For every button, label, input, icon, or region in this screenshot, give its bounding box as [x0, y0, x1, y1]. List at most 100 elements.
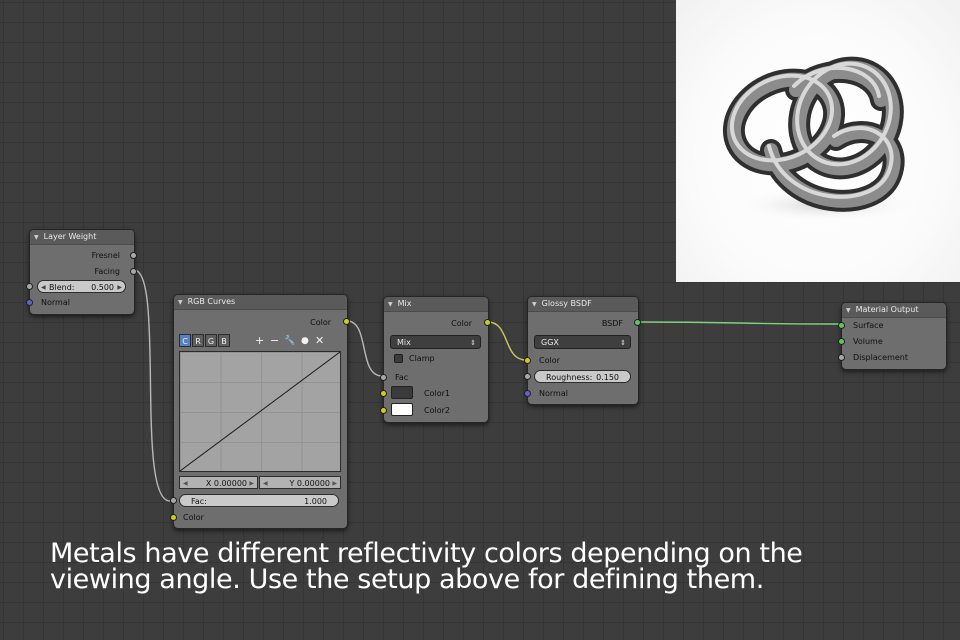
input-color1-label: Color1	[424, 389, 450, 398]
close-icon[interactable]: ✕	[315, 335, 324, 347]
clamp-checkbox[interactable]	[394, 354, 403, 363]
curve-line	[180, 352, 340, 471]
node-title: Glossy BSDF	[541, 299, 592, 308]
blend-label: Blend:	[49, 283, 75, 292]
input-surface-label: Surface	[853, 321, 884, 330]
channel-g-button[interactable]: G	[205, 334, 217, 347]
fac-value: 1.000	[304, 497, 327, 506]
roughness-field[interactable]: Roughness: 0.150	[534, 370, 631, 383]
increment-arrow-icon[interactable]: ▶	[249, 477, 254, 490]
zoom-in-icon[interactable]: +	[255, 335, 264, 347]
surface-input-socket[interactable]	[838, 322, 845, 329]
roughness-input-socket[interactable]	[524, 373, 531, 380]
collapse-arrow-icon[interactable]: ▼	[34, 231, 39, 245]
curve-editor[interactable]	[179, 351, 341, 472]
rgb-curves-node[interactable]: ▼ RGB Curves Color C R G B + − 🔧 ● ✕ ◀ X …	[170, 294, 350, 529]
color-output-socket[interactable]	[484, 319, 491, 326]
output-fresnel-label: Fresnel	[91, 251, 120, 260]
normal-input-socket[interactable]	[524, 390, 531, 397]
wire-facing-to-curves-fac	[133, 269, 171, 502]
displacement-input-socket[interactable]	[838, 354, 845, 361]
node-title: Mix	[397, 299, 412, 308]
layer-weight-header[interactable]: ▼ Layer Weight	[30, 230, 134, 245]
increment-arrow-icon[interactable]: ▶	[332, 477, 337, 490]
render-preview	[676, 0, 960, 282]
x-coordinate-value: X 0.00000	[205, 479, 247, 488]
blend-mode-dropdown[interactable]: Mix ⇕	[390, 335, 481, 349]
color-input-socket[interactable]	[170, 514, 177, 521]
node-title: Material Output	[855, 305, 919, 314]
blend-value: 0.500	[91, 283, 114, 292]
dot-icon[interactable]: ●	[301, 335, 309, 347]
collapse-arrow-icon[interactable]: ▼	[846, 304, 851, 318]
glossy-bsdf-node[interactable]: ▼ Glossy BSDF BSDF GGX ⇕ Color Roughness:…	[524, 296, 641, 405]
fac-input-socket[interactable]	[380, 374, 387, 381]
mix-node[interactable]: ▼ Mix Color Mix ⇕ Clamp Fac Color1 Color2	[380, 296, 491, 423]
roughness-label: Roughness:	[546, 373, 593, 382]
tutorial-caption: Metals have different reflectivity color…	[50, 540, 950, 595]
collapse-arrow-icon[interactable]: ▼	[178, 296, 183, 310]
node-title: RGB Curves	[187, 297, 236, 306]
color1-swatch[interactable]	[391, 386, 413, 399]
wire-curves-color-to-mix-fac	[346, 320, 383, 377]
channel-r-button[interactable]: R	[192, 334, 204, 347]
increment-arrow-icon[interactable]: ▶	[117, 281, 122, 294]
wire-glossy-bsdf-to-surface	[637, 321, 841, 325]
color-output-socket[interactable]	[343, 318, 350, 325]
y-coordinate-value: Y 0.00000	[289, 479, 330, 488]
color1-input-socket[interactable]	[380, 390, 387, 397]
wrench-icon[interactable]: 🔧	[284, 335, 295, 347]
fresnel-output-socket[interactable]	[130, 252, 137, 259]
fac-field[interactable]: Fac: 1.000	[179, 494, 339, 507]
input-color-label: Color	[183, 513, 204, 522]
distribution-dropdown[interactable]: GGX ⇕	[534, 335, 631, 349]
node-title: Layer Weight	[43, 232, 97, 241]
color2-swatch[interactable]	[391, 403, 413, 416]
collapse-arrow-icon[interactable]: ▼	[532, 298, 537, 312]
input-fac-label: Fac	[395, 373, 409, 382]
wire-mix-color-to-glossy-color	[487, 321, 527, 361]
bsdf-output-socket[interactable]	[634, 319, 641, 326]
input-normal-label: Normal	[41, 298, 70, 307]
collapse-arrow-icon[interactable]: ▼	[388, 298, 393, 312]
volume-input-socket[interactable]	[838, 338, 845, 345]
channel-c-button[interactable]: C	[179, 334, 191, 347]
input-color-label: Color	[539, 356, 560, 365]
zoom-out-icon[interactable]: −	[270, 335, 279, 347]
metal-knot-render	[722, 56, 921, 223]
input-color2-label: Color2	[424, 406, 450, 415]
facing-output-socket[interactable]	[130, 268, 137, 275]
decrement-arrow-icon[interactable]: ◀	[263, 477, 268, 490]
material-output-header[interactable]: ▼ Material Output	[842, 303, 946, 318]
output-facing-label: Facing	[94, 267, 120, 276]
output-color-label: Color	[451, 319, 472, 328]
blend-mode-value: Mix	[397, 338, 411, 347]
rgb-curves-header[interactable]: ▼ RGB Curves	[174, 295, 347, 310]
input-volume-label: Volume	[853, 337, 883, 346]
decrement-arrow-icon[interactable]: ◀	[41, 281, 46, 294]
normal-input-socket[interactable]	[26, 299, 33, 306]
input-displacement-label: Displacement	[853, 353, 908, 362]
roughness-value: 0.150	[596, 373, 619, 382]
material-output-node[interactable]: ▼ Material Output Surface Volume Displace…	[838, 302, 947, 370]
glossy-bsdf-header[interactable]: ▼ Glossy BSDF	[528, 297, 638, 312]
fac-input-socket[interactable]	[170, 497, 177, 504]
dropdown-arrows-icon: ⇕	[620, 339, 626, 347]
color2-input-socket[interactable]	[380, 407, 387, 414]
channel-b-button[interactable]: B	[218, 334, 230, 347]
blend-field[interactable]: ◀ Blend: 0.500 ▶	[37, 280, 126, 293]
color-input-socket[interactable]	[524, 357, 531, 364]
output-color-label: Color	[310, 318, 331, 327]
y-coordinate-field[interactable]: ◀ Y 0.00000 ▶	[259, 476, 341, 489]
decrement-arrow-icon[interactable]: ◀	[183, 477, 188, 490]
mix-header[interactable]: ▼ Mix	[384, 297, 488, 312]
layer-weight-node[interactable]: ▼ Layer Weight Fresnel Facing ◀ Blend: 0.…	[26, 229, 137, 315]
fac-label: Fac:	[191, 497, 207, 506]
output-bsdf-label: BSDF	[601, 319, 623, 328]
clamp-label: Clamp	[409, 354, 435, 363]
caption-line-2: viewing angle. Use the setup above for d…	[50, 564, 764, 595]
x-coordinate-field[interactable]: ◀ X 0.00000 ▶	[179, 476, 258, 489]
dropdown-arrows-icon: ⇕	[470, 339, 476, 347]
blend-input-socket[interactable]	[26, 283, 33, 290]
distribution-value: GGX	[541, 338, 559, 347]
